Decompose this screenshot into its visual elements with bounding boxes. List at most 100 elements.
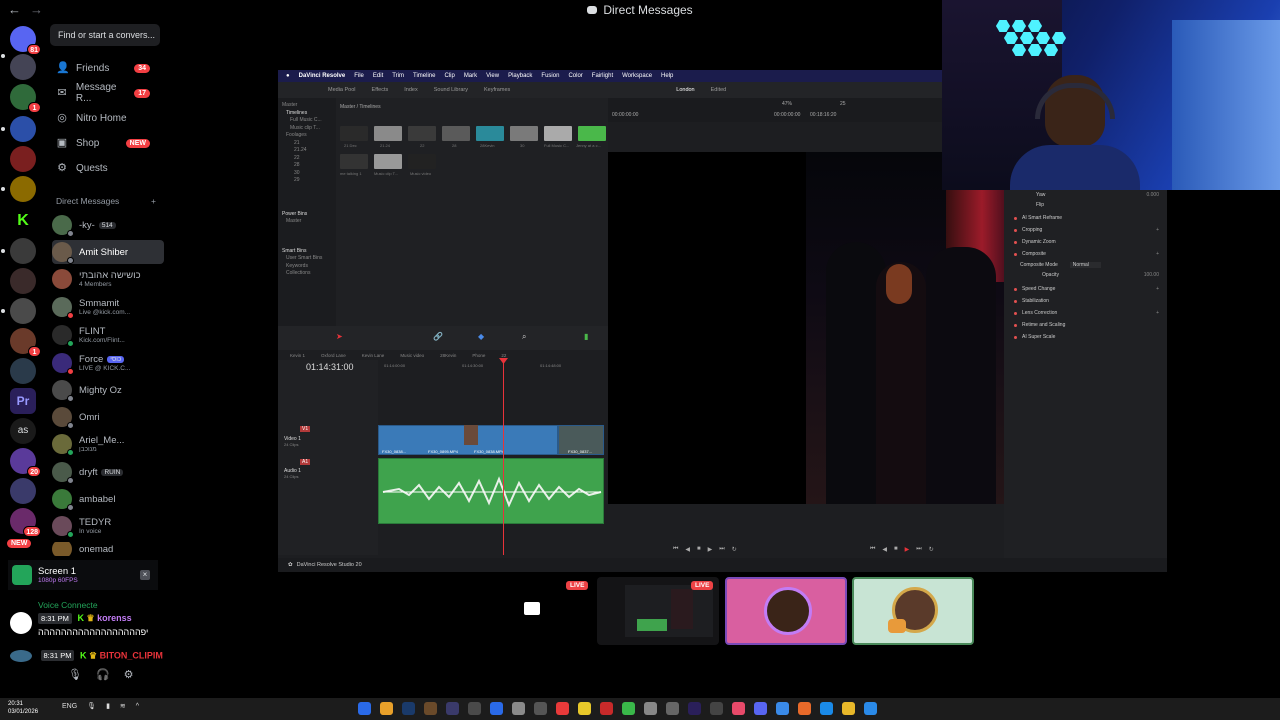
- dm-item[interactable]: dryft RUIN: [52, 460, 164, 484]
- taskbar-app-icon[interactable]: [732, 702, 745, 715]
- taskbar-app-icon[interactable]: [864, 702, 877, 715]
- kick-server-icon[interactable]: K: [10, 208, 36, 234]
- dm-item[interactable]: ambabel: [52, 487, 164, 511]
- premiere-pro-icon[interactable]: Pr: [10, 388, 36, 414]
- clip-thumbnail[interactable]: [340, 126, 368, 141]
- menu-clip[interactable]: Clip: [444, 73, 454, 79]
- menu-trim[interactable]: Trim: [392, 73, 404, 79]
- server-icon[interactable]: [10, 268, 36, 294]
- snap-icon[interactable]: ◆: [478, 332, 484, 341]
- play-icon[interactable]: ▶: [708, 546, 713, 553]
- stop-icon[interactable]: ■: [697, 546, 701, 553]
- inspector-row[interactable]: Cropping +: [1014, 227, 1159, 233]
- menu-playback[interactable]: Playback: [508, 73, 532, 79]
- menu-workspace[interactable]: Workspace: [622, 73, 652, 79]
- server-icon[interactable]: [10, 358, 36, 384]
- menu-color[interactable]: Color: [568, 73, 582, 79]
- toolbar-sound-library[interactable]: Sound Library: [434, 87, 468, 93]
- select-tool-icon[interactable]: ➤: [336, 332, 343, 341]
- dm-item[interactable]: TEDYR In voice: [52, 514, 164, 538]
- composite-mode-select[interactable]: Normal: [1069, 262, 1101, 268]
- edge-taskbar-icon[interactable]: [820, 702, 833, 715]
- taskbar-app-icon[interactable]: [380, 702, 393, 715]
- nav-nitro-home[interactable]: ◎ Nitro Home: [50, 107, 164, 129]
- server-icon[interactable]: [10, 298, 36, 324]
- inspector-row[interactable]: AI Smart Reframe: [1014, 215, 1159, 221]
- dm-item-selected[interactable]: Amit Shiber: [52, 240, 164, 264]
- server-icon[interactable]: 1: [10, 84, 41, 113]
- stream-tile[interactable]: LIVE: [597, 577, 719, 645]
- timeline-tab[interactable]: 28Kevin: [440, 353, 456, 358]
- microphone-icon[interactable]: 🎙: [68, 668, 82, 681]
- server-text-icon[interactable]: as: [10, 418, 36, 444]
- discord-taskbar-icon[interactable]: [754, 702, 767, 715]
- taskbar-app-icon[interactable]: [424, 702, 437, 715]
- loop-icon[interactable]: ↻: [929, 546, 934, 553]
- stop-stream-button[interactable]: ×: [140, 570, 150, 580]
- playhead[interactable]: [503, 360, 504, 555]
- server-home-icon[interactable]: 81: [10, 26, 41, 55]
- wifi-icon[interactable]: ≋: [120, 702, 126, 710]
- language-indicator[interactable]: ENG: [62, 703, 77, 710]
- bin-item[interactable]: Master: [282, 218, 332, 226]
- premiere-taskbar-icon[interactable]: [688, 702, 701, 715]
- reverse-icon[interactable]: ◀: [685, 546, 690, 553]
- toolbar-media-pool[interactable]: Media Pool: [328, 87, 356, 93]
- headphones-icon[interactable]: 🎧: [96, 668, 110, 681]
- dm-item[interactable]: Omri: [52, 405, 164, 429]
- clip-thumbnail[interactable]: [408, 126, 436, 141]
- back-arrow-icon[interactable]: ←: [8, 2, 21, 17]
- taskbar-app-icon[interactable]: [446, 702, 459, 715]
- dm-item[interactable]: FLINT Kick.com/Flint...: [52, 323, 164, 347]
- inspector-row[interactable]: Dynamic Zoom: [1014, 239, 1159, 245]
- track-a1-label[interactable]: A1: [300, 459, 311, 465]
- taskbar-app-icon[interactable]: [512, 702, 525, 715]
- clip-thumbnail[interactable]: [578, 126, 606, 141]
- volume-icon[interactable]: ▮: [106, 702, 110, 710]
- dm-item[interactable]: Force כוסי LIVE @ KICK.C...: [52, 351, 164, 375]
- inspector-row[interactable]: Lens Correction +: [1014, 310, 1159, 316]
- timeline-tab[interactable]: Phone: [472, 353, 485, 358]
- bin-item[interactable]: Music clip T...: [282, 125, 332, 133]
- menu-timeline[interactable]: Timeline: [413, 73, 435, 79]
- timeline-tab[interactable]: 22: [501, 353, 506, 358]
- taskbar-app-icon[interactable]: [798, 702, 811, 715]
- nav-friends[interactable]: 👤 Friends 34: [50, 57, 164, 79]
- taskbar-app-icon[interactable]: [534, 702, 547, 715]
- server-icon[interactable]: [10, 238, 36, 264]
- taskbar-app-icon[interactable]: [358, 702, 371, 715]
- settings-gear-icon[interactable]: ⚙: [124, 668, 134, 681]
- audio-clip[interactable]: [378, 458, 604, 524]
- menu-fairlight[interactable]: Fairlight: [592, 73, 613, 79]
- bin-item[interactable]: 29: [282, 177, 332, 185]
- server-icon[interactable]: [10, 116, 36, 142]
- reverse-icon[interactable]: ◀: [882, 546, 887, 553]
- expand-icon[interactable]: +: [1156, 310, 1159, 316]
- track-v1-label[interactable]: V1: [300, 426, 311, 432]
- clip-thumbnail[interactable]: [408, 154, 436, 169]
- participant-tile[interactable]: [852, 577, 974, 645]
- jump-start-icon[interactable]: ⏮: [673, 546, 678, 553]
- bin-item[interactable]: 28: [282, 162, 332, 170]
- bin-item[interactable]: 30: [282, 170, 332, 178]
- fps-field[interactable]: 25: [840, 101, 846, 107]
- server-icon[interactable]: [10, 54, 36, 80]
- menu-view[interactable]: View: [486, 73, 499, 79]
- bin-item[interactable]: Full Music C...: [282, 117, 332, 125]
- menu-fusion[interactable]: Fusion: [541, 73, 559, 79]
- timeline-tab[interactable]: Music video: [400, 353, 424, 358]
- dm-item[interactable]: onemad: [52, 542, 164, 556]
- loop-icon[interactable]: ↻: [732, 546, 737, 553]
- expand-icon[interactable]: +: [1156, 286, 1159, 292]
- taskbar-app-icon[interactable]: [578, 702, 591, 715]
- explorer-taskbar-icon[interactable]: [842, 702, 855, 715]
- menu-edit[interactable]: Edit: [373, 73, 383, 79]
- dm-item[interactable]: כושישה אהובתי 4 Members: [52, 267, 164, 291]
- stream-tile[interactable]: LIVE: [470, 577, 594, 645]
- taskbar-app-icon[interactable]: [600, 702, 613, 715]
- bin-item[interactable]: Collections: [282, 270, 332, 278]
- clip-thumbnail[interactable]: [374, 126, 402, 141]
- taskbar-app-icon[interactable]: [556, 702, 569, 715]
- timeline-tab[interactable]: Kevin 1: [290, 353, 305, 358]
- clip-thumbnail[interactable]: [544, 126, 572, 141]
